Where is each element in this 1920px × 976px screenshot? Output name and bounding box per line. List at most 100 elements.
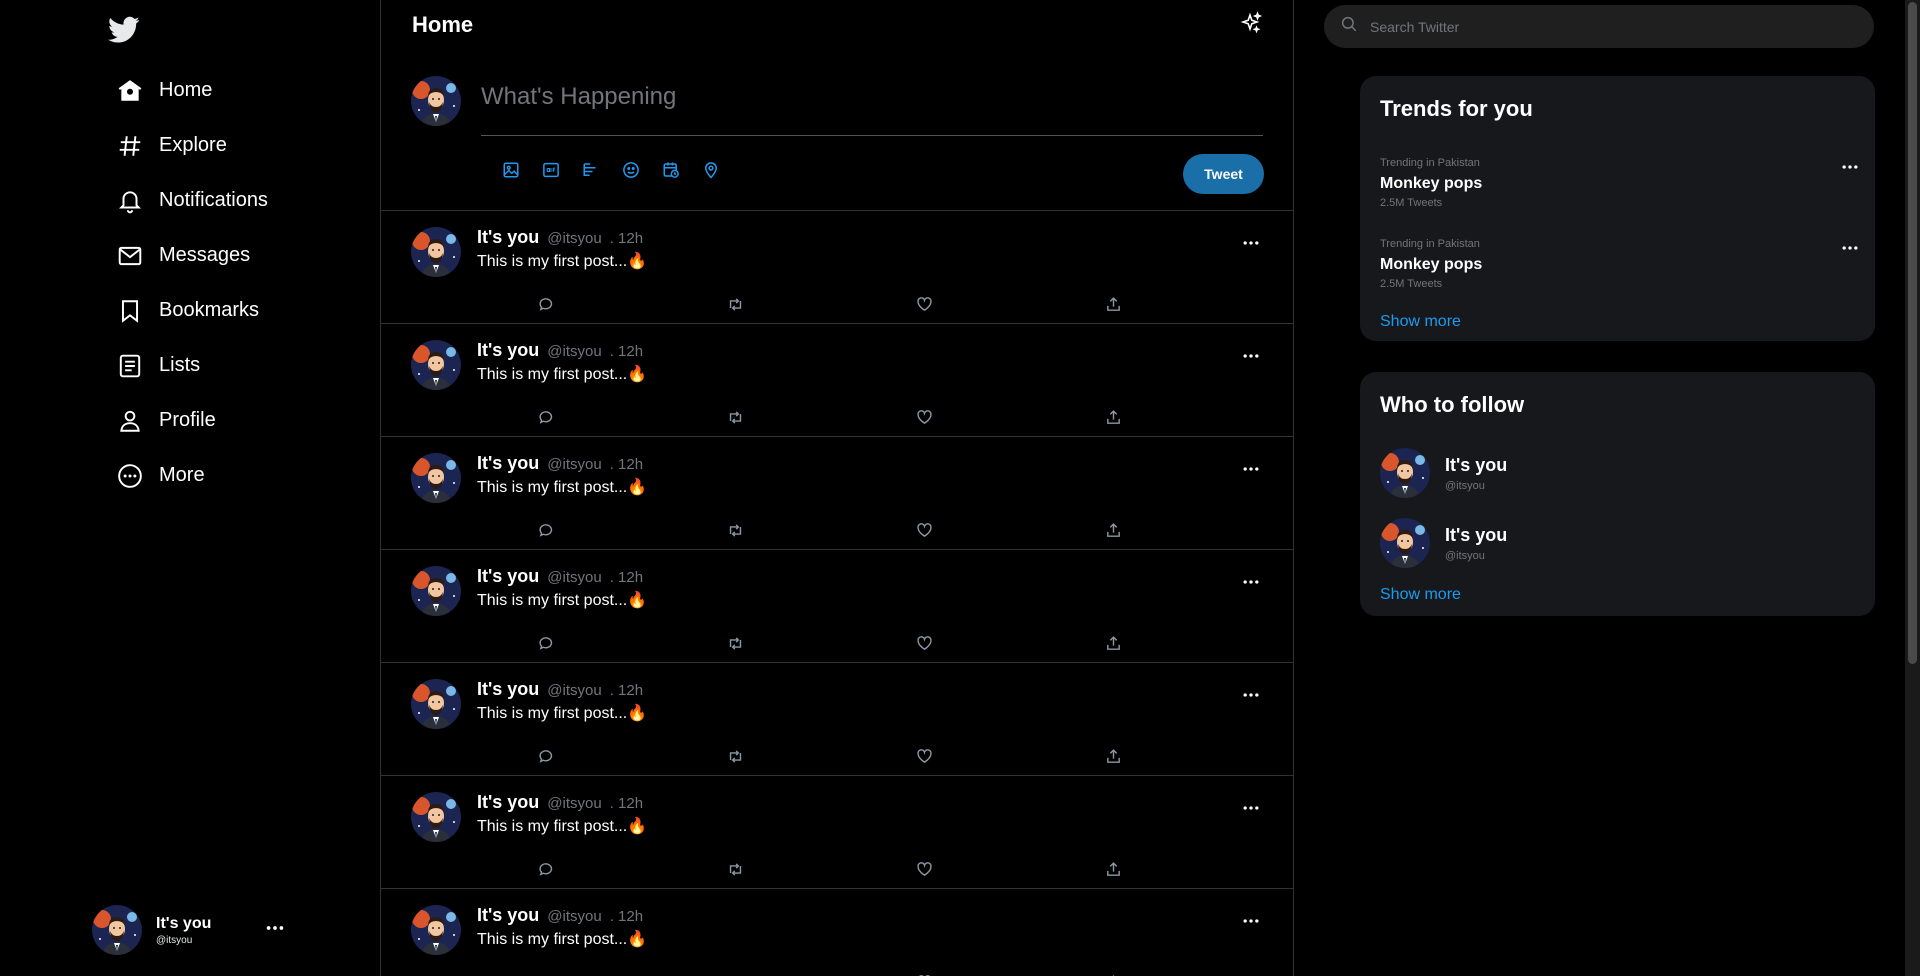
more-dots-icon[interactable] — [1241, 911, 1261, 936]
more-dots-icon[interactable] — [1241, 233, 1261, 258]
page-scrollbar[interactable] — [1905, 0, 1920, 976]
trend-item[interactable]: Trending in Pakistan Monkey pops 2.5M Tw… — [1380, 157, 1860, 209]
like-icon[interactable] — [914, 520, 934, 540]
reply-icon[interactable] — [536, 520, 556, 540]
reply-icon[interactable] — [536, 407, 556, 427]
search-input[interactable] — [1370, 18, 1850, 35]
more-dots-icon[interactable] — [1241, 572, 1261, 597]
tweet-card[interactable]: It's you @itsyou . 12h This is my first … — [381, 324, 1294, 437]
follow-name: It's you — [1445, 454, 1508, 475]
retweet-icon[interactable] — [725, 520, 745, 540]
nav-item-lists[interactable]: Lists — [116, 338, 268, 393]
share-icon[interactable] — [1103, 633, 1123, 653]
tweet-avatar[interactable] — [411, 566, 461, 616]
tweet-author-name[interactable]: It's you — [477, 566, 539, 587]
share-icon[interactable] — [1103, 294, 1123, 314]
tweet-text: This is my first post...🔥 — [477, 253, 648, 270]
share-icon[interactable] — [1103, 520, 1123, 540]
tweet-author-name[interactable]: It's you — [477, 905, 539, 926]
tweet-avatar[interactable] — [411, 340, 461, 390]
more-dots-icon[interactable] — [1840, 238, 1860, 263]
compose-input[interactable] — [481, 76, 1263, 136]
follow-suggestion[interactable]: It's you @itsyou — [1380, 448, 1507, 498]
nav-item-home[interactable]: Home — [116, 63, 268, 118]
tweet-avatar[interactable] — [411, 679, 461, 729]
tweet-avatar[interactable] — [411, 792, 461, 842]
more-dots-icon[interactable] — [1241, 798, 1261, 823]
tweet-card[interactable]: It's you @itsyou . 12h This is my first … — [381, 663, 1294, 776]
like-icon[interactable] — [914, 746, 934, 766]
scrollbar-thumb[interactable] — [1908, 2, 1917, 664]
retweet-icon[interactable] — [725, 972, 745, 976]
reply-icon[interactable] — [536, 294, 556, 314]
twitter-logo-icon[interactable] — [108, 16, 140, 44]
nav-item-profile[interactable]: Profile — [116, 393, 268, 448]
reply-icon[interactable] — [536, 633, 556, 653]
retweet-icon[interactable] — [725, 633, 745, 653]
more-dots-icon[interactable] — [1840, 157, 1860, 182]
share-icon[interactable] — [1103, 972, 1123, 976]
location-icon[interactable] — [701, 160, 721, 180]
share-icon[interactable] — [1103, 859, 1123, 879]
tweet-card[interactable]: It's you @itsyou . 12h This is my first … — [381, 437, 1294, 550]
nav-item-more[interactable]: More — [116, 448, 268, 503]
tweet-avatar[interactable] — [411, 227, 461, 277]
follow-suggestion[interactable]: It's you @itsyou — [1380, 518, 1507, 568]
tweet-author-name[interactable]: It's you — [477, 792, 539, 813]
share-icon[interactable] — [1103, 746, 1123, 766]
reply-icon[interactable] — [536, 972, 556, 976]
more-dots-icon[interactable] — [1241, 685, 1261, 710]
more-dots-icon[interactable] — [264, 917, 286, 944]
tweet-card[interactable]: It's you @itsyou . 12h This is my first … — [381, 776, 1294, 889]
nav-item-explore[interactable]: Explore — [116, 118, 268, 173]
account-switcher[interactable]: It's you @itsyou — [92, 904, 292, 956]
tweet-card[interactable]: It's you @itsyou . 12h This is my first … — [381, 211, 1294, 324]
more-dots-icon[interactable] — [1241, 346, 1261, 371]
retweet-icon[interactable] — [725, 859, 745, 879]
trends-show-more-link[interactable]: Show more — [1380, 313, 1461, 331]
like-icon[interactable] — [914, 633, 934, 653]
like-icon[interactable] — [914, 407, 934, 427]
like-icon[interactable] — [914, 859, 934, 879]
composer-avatar — [411, 76, 461, 126]
trends-panel: Trends for you Trending in Pakistan Monk… — [1360, 76, 1875, 341]
sparkle-icon[interactable] — [1239, 11, 1263, 40]
poll-icon[interactable] — [581, 160, 601, 180]
tweet-author-name[interactable]: It's you — [477, 679, 539, 700]
retweet-icon[interactable] — [725, 294, 745, 314]
share-icon[interactable] — [1103, 407, 1123, 427]
tweet-card[interactable]: It's you @itsyou . 12h This is my first … — [381, 889, 1294, 976]
emoji-icon[interactable] — [621, 160, 641, 180]
tweet-actions — [536, 746, 1292, 766]
reply-icon[interactable] — [536, 746, 556, 766]
nav-item-bookmarks[interactable]: Bookmarks — [116, 283, 268, 338]
follow-title: Who to follow — [1380, 392, 1525, 417]
nav-item-messages[interactable]: Messages — [116, 228, 268, 283]
tweet-avatar[interactable] — [411, 905, 461, 955]
account-name: It's you — [156, 914, 212, 932]
tweet-actions — [536, 859, 1292, 879]
like-icon[interactable] — [914, 972, 934, 976]
trend-context: Trending in Pakistan — [1380, 157, 1480, 169]
retweet-icon[interactable] — [725, 746, 745, 766]
main-timeline: Home Tweet It's you @itsyou . 1 — [381, 0, 1294, 976]
follow-show-more-link[interactable]: Show more — [1380, 586, 1461, 604]
tweet-card[interactable]: It's you @itsyou . 12h This is my first … — [381, 550, 1294, 663]
like-icon[interactable] — [914, 294, 934, 314]
tweet-author-name[interactable]: It's you — [477, 340, 539, 361]
schedule-icon[interactable] — [661, 160, 681, 180]
tweet-author-name[interactable]: It's you — [477, 227, 539, 248]
gif-icon[interactable] — [541, 160, 561, 180]
trend-item[interactable]: Trending in Pakistan Monkey pops 2.5M Tw… — [1380, 238, 1860, 290]
search-bar[interactable] — [1324, 5, 1874, 48]
tweet-button[interactable]: Tweet — [1183, 154, 1264, 194]
nav-label: Lists — [159, 354, 201, 376]
more-dots-icon[interactable] — [1241, 459, 1261, 484]
reply-icon[interactable] — [536, 859, 556, 879]
nav-item-notifications[interactable]: Notifications — [116, 173, 268, 228]
tweet-timestamp: . 12h — [609, 795, 644, 812]
retweet-icon[interactable] — [725, 407, 745, 427]
tweet-author-name[interactable]: It's you — [477, 453, 539, 474]
image-icon[interactable] — [501, 160, 521, 180]
tweet-avatar[interactable] — [411, 453, 461, 503]
